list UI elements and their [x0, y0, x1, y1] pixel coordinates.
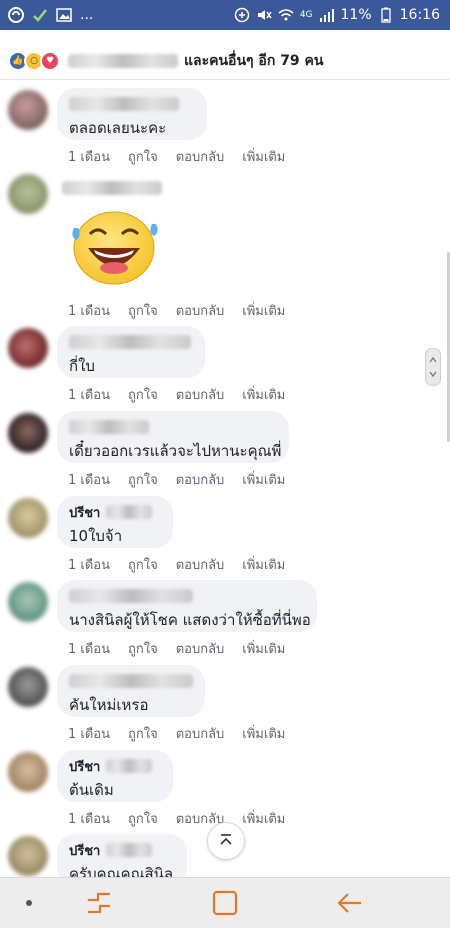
comment-time: 1 เดือน [68, 304, 110, 319]
blurred-author [69, 420, 149, 434]
avatar[interactable] [8, 582, 48, 622]
avatar[interactable] [8, 836, 48, 876]
more-button[interactable]: เพิ่มเติม [242, 638, 285, 659]
like-button[interactable]: ถูกใจ [128, 469, 158, 490]
avatar[interactable] [8, 90, 48, 130]
recent-apps-icon[interactable] [84, 888, 114, 918]
like-button[interactable]: ถูกใจ [128, 808, 158, 829]
blurred-author [69, 335, 191, 349]
reply-button[interactable]: ตอบกลับ [176, 384, 225, 405]
avatar[interactable] [8, 413, 48, 453]
comment-text: คันใหม่เหรอ [69, 696, 149, 714]
like-button[interactable]: ถูกใจ [128, 146, 158, 167]
avatar[interactable] [8, 752, 48, 792]
reply-button[interactable]: ตอบกลับ [176, 469, 225, 490]
comment-author[interactable]: ปรีชา [69, 840, 100, 861]
comment-bubble[interactable]: คันใหม่เหรอ [57, 665, 205, 717]
more-button[interactable]: เพิ่มเติม [242, 808, 285, 829]
avatar[interactable] [8, 174, 48, 214]
more-button[interactable]: เพิ่มเติม [242, 384, 285, 405]
comment-bubble[interactable]: เดี๋ยวออกเวรแล้วจะไปหานะคุณพี่ [57, 411, 289, 463]
like-button[interactable]: ถูกใจ [128, 723, 158, 744]
more-notifications: ... [80, 7, 94, 23]
love-icon: ♥ [40, 51, 60, 71]
comment-author[interactable]: ปรีชา [69, 502, 100, 523]
scroll-to-top-button[interactable] [207, 822, 245, 860]
blurred-name [68, 54, 178, 68]
comment-author-blurred [62, 180, 162, 199]
more-button[interactable]: เพิ่มเติม [242, 723, 285, 744]
reply-button[interactable]: ตอบกลับ [176, 554, 225, 575]
reply-button[interactable]: ตอบกลับ [176, 300, 225, 321]
network-type: 4G [299, 10, 313, 20]
comment-time: 1 เดือน [68, 150, 110, 165]
comment-author[interactable]: ปรีชา [69, 756, 100, 777]
blurred-author [69, 589, 193, 603]
like-button[interactable]: ถูกใจ [128, 384, 158, 405]
laughing-emoji-sticker[interactable] [68, 204, 160, 286]
avatar[interactable] [8, 498, 48, 538]
clock: 16:16 [399, 7, 440, 23]
more-button[interactable]: เพิ่มเติม [242, 300, 285, 321]
comment-text: นางสินิลผู้ให้โชค แสดงว่าให้ซื้อที่นี่พอ [69, 611, 311, 629]
comment-time: 1 เดือน [68, 727, 110, 742]
more-button[interactable]: เพิ่มเติม [242, 554, 285, 575]
data-saver-icon [234, 7, 250, 23]
comment-bubble[interactable]: ตลอดเลยนะคะ [57, 88, 207, 140]
like-button[interactable]: ถูกใจ [128, 638, 158, 659]
comment-text: เดี๋ยวออกเวรแล้วจะไปหานะคุณพี่ [69, 442, 282, 460]
comment-time: 1 เดือน [68, 642, 110, 657]
avatar[interactable] [8, 667, 48, 707]
back-icon[interactable] [335, 888, 365, 918]
reactions-count-text: และคนอื่นๆ อีก 79 คน [184, 53, 324, 69]
reply-button[interactable]: ตอบกลับ [176, 146, 225, 167]
avatar[interactable] [8, 328, 48, 368]
status-bar: ... 4G 11% 16:16 [0, 0, 450, 30]
blurred-author [69, 674, 193, 688]
like-button[interactable]: ถูกใจ [128, 300, 158, 321]
app-notification-icon [8, 7, 24, 23]
home-icon[interactable] [210, 888, 240, 918]
comment-bubble[interactable]: นางสินิลผู้ให้โชค แสดงว่าให้ซื้อที่นี่พอ [57, 580, 317, 632]
mute-icon [257, 10, 272, 20]
comment-bubble[interactable]: กี่ใบ [57, 326, 205, 378]
check-notification-icon [33, 9, 47, 22]
comment-bubble[interactable]: ปรีชา 10ใบจ้า [57, 496, 173, 548]
reactions-summary[interactable]: 👍 ○ ♥ และคนอื่นๆ อีก 79 คน [0, 43, 450, 80]
wifi-icon [278, 9, 294, 21]
comment-time: 1 เดือน [68, 812, 110, 827]
reply-button[interactable]: ตอบกลับ [176, 723, 225, 744]
navigation-bar [0, 877, 450, 928]
comment-bubble[interactable]: ปรีชา ต้นเดิม [57, 750, 173, 802]
nav-dot-icon [26, 900, 32, 906]
scroll-handle[interactable] [425, 348, 441, 386]
comment-time: 1 เดือน [68, 473, 110, 488]
like-button[interactable]: ถูกใจ [128, 554, 158, 575]
comment-time: 1 เดือน [68, 558, 110, 573]
battery-icon [380, 7, 391, 23]
comment-text: กี่ใบ [69, 357, 95, 375]
comment-text: 10ใบจ้า [69, 527, 123, 545]
battery-percent: 11% [340, 7, 372, 23]
image-notification-icon [56, 8, 72, 22]
scroll-arrows-icon [429, 356, 437, 378]
comment-time: 1 เดือน [68, 388, 110, 403]
comment-text: ตลอดเลยนะคะ [69, 119, 167, 137]
more-button[interactable]: เพิ่มเติม [242, 469, 285, 490]
signal-icon [319, 9, 334, 22]
reply-button[interactable]: ตอบกลับ [176, 638, 225, 659]
chevron-up-icon [220, 834, 232, 845]
more-button[interactable]: เพิ่มเติม [242, 146, 285, 167]
comment-text: ต้นเดิม [69, 781, 114, 799]
blurred-author [69, 97, 179, 111]
